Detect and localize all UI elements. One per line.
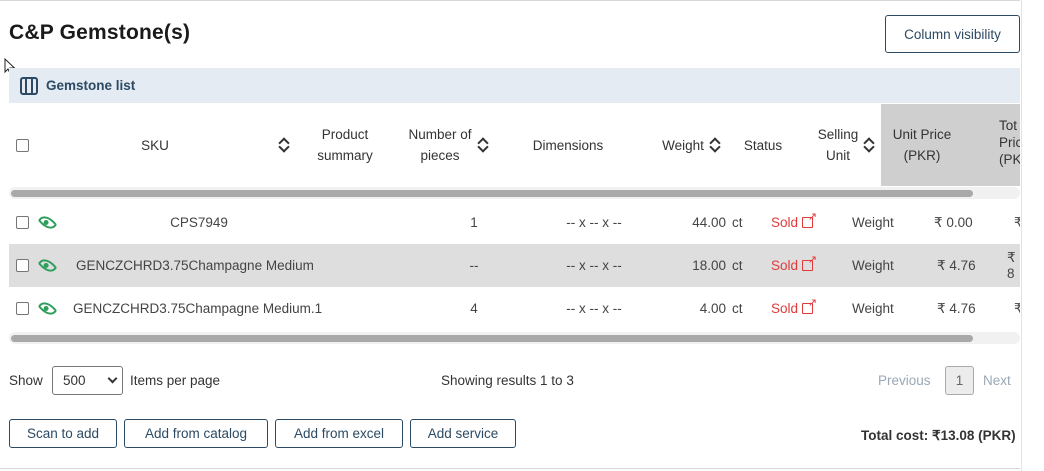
header-product-summary: Product summary bbox=[305, 104, 385, 186]
row-weight-unit: ct bbox=[732, 301, 743, 316]
row-weight: 44.00 bbox=[692, 215, 726, 230]
row-dimensions: -- x -- x -- bbox=[566, 258, 622, 273]
page-title: C&P Gemstone(s) bbox=[9, 21, 191, 44]
page-size-value: 500 bbox=[63, 373, 86, 388]
columns-icon[interactable] bbox=[20, 76, 38, 95]
row-weight-unit: ct bbox=[732, 258, 743, 273]
header-sku-label: SKU bbox=[141, 137, 169, 153]
add-from-catalog-button[interactable]: Add from catalog bbox=[124, 419, 268, 448]
status-sold-link[interactable]: Sold bbox=[771, 258, 798, 273]
row-selling-unit: Weight bbox=[852, 258, 894, 273]
right-border bbox=[1021, 0, 1022, 471]
header-product-summary-line2: summary bbox=[317, 148, 373, 163]
sort-icon[interactable] bbox=[478, 138, 488, 152]
row-dimensions: -- x -- x -- bbox=[566, 301, 622, 316]
previous-page-link[interactable]: Previous bbox=[878, 373, 931, 388]
header-unit-price-line1: Unit Price bbox=[892, 127, 952, 142]
add-from-excel-button[interactable]: Add from excel bbox=[275, 419, 403, 448]
header-pieces-line2: pieces bbox=[420, 148, 460, 163]
header-total-price: Tot Pric (PK bbox=[963, 104, 1020, 186]
row-weight: 4.00 bbox=[699, 301, 726, 316]
table-row: GENCZCHRD3.75Champagne Medium -- -- x --… bbox=[9, 244, 1020, 287]
external-link-icon[interactable] bbox=[802, 253, 817, 271]
eye-icon[interactable] bbox=[37, 255, 58, 276]
row-total-price: ₹ 8 bbox=[1007, 250, 1016, 281]
row-selling-unit: Weight bbox=[852, 301, 894, 316]
scan-to-add-button[interactable]: Scan to add bbox=[9, 419, 117, 448]
row-weight-unit: ct bbox=[732, 215, 743, 230]
table-scrollbar-bottom[interactable] bbox=[9, 332, 1020, 344]
row-pieces: 1 bbox=[470, 215, 478, 230]
sort-icon[interactable] bbox=[279, 138, 289, 152]
sort-icon[interactable] bbox=[864, 138, 874, 152]
row-unit-price: ₹ 4.76 bbox=[937, 257, 976, 273]
status-sold-link[interactable]: Sold bbox=[771, 215, 798, 230]
header-selling-unit-line1: Selling bbox=[817, 127, 859, 142]
column-visibility-button[interactable]: Column visibility bbox=[885, 15, 1020, 53]
header-weight-label: Weight bbox=[662, 137, 704, 153]
header-unit-price-line2: (PKR) bbox=[903, 148, 941, 163]
row-checkbox[interactable] bbox=[16, 302, 29, 315]
header-pieces-line1: Number of bbox=[408, 127, 472, 142]
header-sku[interactable]: SKU bbox=[120, 104, 310, 186]
row-pieces: -- bbox=[469, 258, 479, 273]
top-border bbox=[0, 0, 1020, 1]
status-sold-link[interactable]: Sold bbox=[771, 301, 798, 316]
header-dimensions: Dimensions bbox=[532, 137, 604, 153]
row-unit-price: ₹ 0.00 bbox=[934, 214, 973, 230]
header-weight[interactable]: Weight bbox=[655, 104, 727, 186]
row-total-price: ₹ bbox=[1014, 214, 1020, 230]
add-service-button[interactable]: Add service bbox=[410, 419, 516, 448]
showing-results: Showing results 1 to 3 bbox=[441, 373, 574, 388]
total-cost: Total cost: ₹13.08 (PKR) bbox=[861, 428, 1016, 443]
page-size-select[interactable]: 500 bbox=[52, 366, 123, 395]
current-page[interactable]: 1 bbox=[945, 366, 974, 395]
row-total-price: ₹ bbox=[1014, 300, 1020, 316]
row-weight: 18.00 bbox=[692, 258, 726, 273]
external-link-icon[interactable] bbox=[802, 296, 817, 314]
external-link-icon[interactable] bbox=[802, 210, 817, 228]
row-dimensions: -- x -- x -- bbox=[566, 215, 622, 230]
table-row: GENCZCHRD3.75Champagne Medium.1 4 -- x -… bbox=[9, 287, 1020, 330]
row-status[interactable]: Sold bbox=[771, 244, 817, 287]
header-selling-unit[interactable]: Selling Unit bbox=[810, 104, 882, 186]
header-status: Status bbox=[743, 137, 783, 153]
row-status[interactable]: Sold bbox=[771, 201, 817, 244]
eye-icon[interactable] bbox=[37, 298, 58, 319]
row-sku: CPS7949 bbox=[170, 215, 228, 230]
header-number-of-pieces[interactable]: Number of pieces bbox=[398, 104, 498, 186]
gemstone-list-label: Gemstone list bbox=[46, 78, 136, 93]
bottom-border bbox=[0, 468, 1020, 469]
row-checkbox[interactable] bbox=[16, 259, 29, 272]
next-page-link[interactable]: Next bbox=[983, 373, 1011, 388]
row-checkbox[interactable] bbox=[16, 216, 29, 229]
gemstone-list-bar: Gemstone list bbox=[9, 68, 1020, 103]
header-total-price-line3: (PK bbox=[999, 152, 1020, 167]
eye-icon[interactable] bbox=[37, 212, 58, 233]
header-selling-unit-line2: Unit bbox=[825, 148, 850, 163]
table-row: CPS7949 1 -- x -- x -- 44.00 ct Sold Wei… bbox=[9, 201, 1020, 244]
table-scrollbar-top[interactable] bbox=[9, 187, 1020, 199]
show-label: Show bbox=[9, 373, 43, 388]
scrollbar-thumb[interactable] bbox=[11, 335, 973, 342]
scrollbar-thumb[interactable] bbox=[11, 190, 973, 197]
row-sku: GENCZCHRD3.75Champagne Medium.1 bbox=[73, 301, 323, 316]
header-product-summary-line1: Product bbox=[321, 127, 369, 142]
row-selling-unit: Weight bbox=[852, 215, 894, 230]
chevron-down-icon bbox=[107, 373, 118, 384]
header-unit-price: Unit Price (PKR) bbox=[881, 104, 963, 186]
row-unit-price: ₹ 4.76 bbox=[937, 300, 976, 316]
header-total-price-line2: Pric bbox=[999, 135, 1020, 150]
items-per-page-label: Items per page bbox=[130, 373, 221, 388]
select-all-checkbox[interactable] bbox=[16, 139, 29, 152]
row-sku: GENCZCHRD3.75Champagne Medium bbox=[76, 258, 314, 273]
row-status[interactable]: Sold bbox=[771, 287, 817, 330]
header-total-price-line1: Tot bbox=[999, 118, 1018, 133]
sort-icon[interactable] bbox=[710, 138, 720, 152]
row-pieces: 4 bbox=[470, 301, 478, 316]
